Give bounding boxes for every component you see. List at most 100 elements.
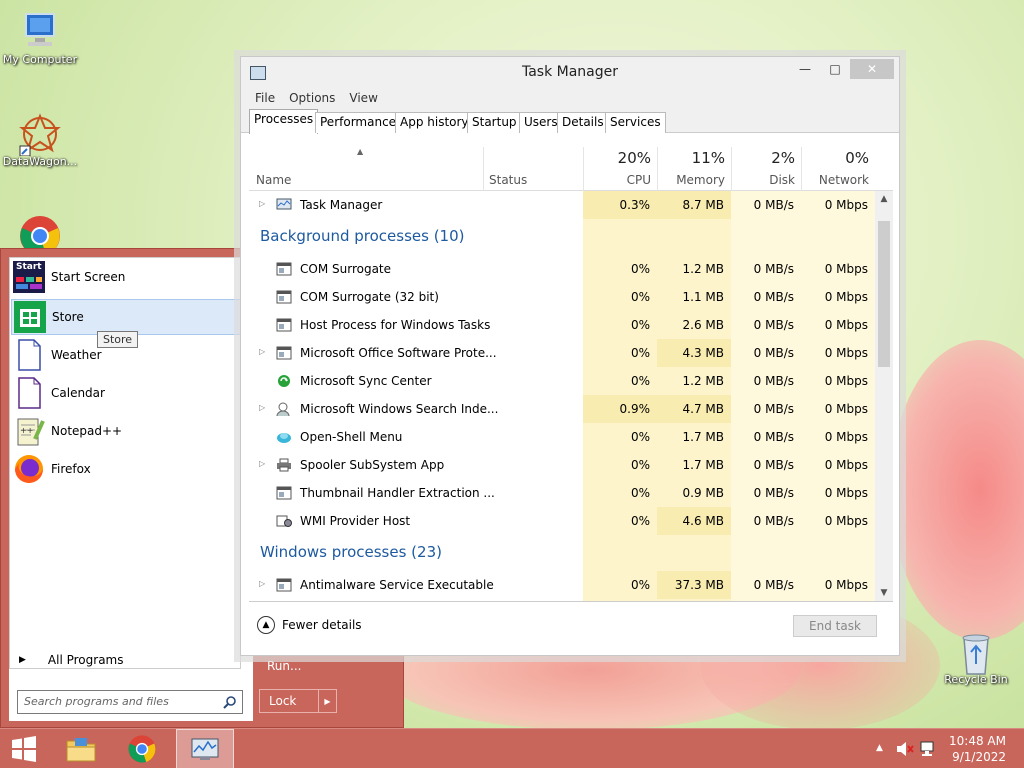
process-disk: 0 MB/s	[753, 198, 794, 212]
table-row[interactable]: ▷ Spooler SubSystem App 0% 1.7 MB 0 MB/s 0 Mb…	[249, 451, 875, 479]
table-row[interactable]: WMI Provider Host 0% 4.6 MB 0 MB/s 0 Mbps	[249, 507, 875, 535]
process-disk: 0 MB/s	[753, 458, 794, 472]
document-icon	[13, 339, 45, 371]
network-icon[interactable]	[920, 741, 938, 757]
tab-app-history[interactable]: App history	[395, 112, 474, 133]
tab-services[interactable]: Services	[605, 112, 666, 133]
end-task-button[interactable]: End task	[793, 615, 877, 637]
taskbar-file-explorer[interactable]	[56, 729, 106, 768]
start-menu-item-weather[interactable]: Weather	[13, 337, 247, 373]
speaker-muted-icon[interactable]	[896, 741, 914, 757]
table-row[interactable]: Host Process for Windows Tasks 0% 2.6 MB 0 …	[249, 311, 875, 339]
show-hidden-icons-icon[interactable]: ▲	[876, 743, 883, 753]
column-cpu[interactable]: 20% CPU	[583, 147, 657, 191]
table-row[interactable]: ▷ Task Manager 0.3% 8.7 MB 0 MB/s 0 Mbps	[249, 191, 875, 219]
printer-icon	[276, 458, 292, 472]
clock-time: 10:48 AM	[949, 734, 1006, 748]
taskbar-task-manager[interactable]	[176, 729, 234, 768]
taskbar-chrome[interactable]	[116, 729, 168, 768]
clock[interactable]: 10:48 AM 9/1/2022	[949, 733, 1006, 765]
menu-view[interactable]: View	[349, 87, 377, 109]
start-menu-item-notepad-plus[interactable]: ++ Notepad++	[13, 413, 247, 449]
window-icon	[276, 346, 292, 360]
minimize-button[interactable]: —	[791, 59, 819, 79]
process-network: 0 Mbps	[824, 318, 868, 332]
process-cpu: 0.9%	[619, 402, 651, 416]
fewer-details-label: Fewer details	[282, 618, 362, 632]
start-search-input[interactable]: Search programs and files	[17, 690, 243, 714]
group-header[interactable]: Background processes (10)	[260, 227, 465, 245]
expand-arrow-icon[interactable]: ▷	[259, 579, 265, 588]
process-network: 0 Mbps	[824, 578, 868, 592]
triangle-right-icon: ▶	[19, 655, 26, 665]
title-bar[interactable]: Task Manager — □ ✕	[241, 57, 899, 87]
column-disk[interactable]: 2% Disk	[731, 147, 801, 191]
start-menu-item-firefox[interactable]: Firefox	[13, 451, 247, 487]
desktop-icon-recycle-bin[interactable]: Recycle Bin	[936, 630, 1016, 686]
process-memory: 1.7 MB	[682, 430, 724, 444]
scroll-down-icon[interactable]: ▼	[875, 585, 893, 601]
table-row[interactable]: ▷ Microsoft Windows Search Inde... 0.9% 4.7…	[249, 395, 875, 423]
process-name: Host Process for Windows Tasks	[300, 318, 491, 332]
clock-date: 9/1/2022	[952, 750, 1006, 764]
column-disk-label: Disk	[769, 173, 795, 187]
start-menu-item-store[interactable]: Store	[11, 299, 245, 335]
start-menu-item-label: Notepad++	[51, 424, 123, 438]
search-icon[interactable]	[223, 695, 237, 709]
all-programs-button[interactable]: ▶ All Programs	[13, 653, 124, 667]
search-placeholder: Search programs and files	[24, 695, 169, 708]
tab-details[interactable]: Details	[557, 112, 609, 133]
menu-options[interactable]: Options	[289, 87, 335, 109]
start-menu-item-calendar[interactable]: Calendar	[13, 375, 247, 411]
folder-icon	[66, 738, 96, 762]
process-cpu: 0%	[630, 486, 650, 500]
start-menu-item-label: Weather	[51, 348, 102, 362]
tab-startup[interactable]: Startup	[467, 112, 522, 133]
expand-arrow-icon[interactable]: ▷	[259, 199, 265, 208]
lock-options-arrow-icon[interactable]: ▶	[318, 690, 336, 712]
desktop-icon-my-computer[interactable]: My Computer	[0, 10, 80, 66]
column-memory[interactable]: 11% Memory	[657, 147, 731, 191]
process-network: 0 Mbps	[824, 430, 868, 444]
table-row[interactable]: Thumbnail Handler Extraction ... 0% 0.9 MB…	[249, 479, 875, 507]
run-button[interactable]: Run...	[267, 659, 301, 673]
expand-arrow-icon[interactable]: ▷	[259, 459, 265, 468]
close-button[interactable]: ✕	[850, 59, 894, 79]
column-name[interactable]: Name	[249, 147, 483, 191]
tab-performance[interactable]: Performance	[315, 112, 402, 133]
column-status[interactable]: Status	[483, 147, 583, 191]
lock-button[interactable]: Lock ▶	[259, 689, 337, 713]
table-row[interactable]: Microsoft Sync Center 0% 1.2 MB 0 MB/s 0 Mbp…	[249, 367, 875, 395]
table-row[interactable]: COM Surrogate (32 bit) 0% 1.1 MB 0 MB/s 0 Mb…	[249, 283, 875, 311]
fewer-details-button[interactable]: ▲ Fewer details	[257, 616, 362, 634]
start-menu-item-start-screen[interactable]: Start Start Screen	[13, 259, 247, 295]
svg-text:++: ++	[20, 426, 33, 435]
table-row[interactable]: ▷ Antimalware Service Executable 0% 37.3 MB…	[249, 571, 875, 599]
desktop-icon-datawagon[interactable]: DataWagon...	[0, 112, 80, 168]
scroll-up-icon[interactable]: ▲	[875, 191, 893, 207]
column-network[interactable]: 0% Network	[801, 147, 875, 191]
tab-strip: Processes Performance App history Startu…	[241, 109, 899, 134]
expand-arrow-icon[interactable]: ▷	[259, 347, 265, 356]
process-network: 0 Mbps	[824, 514, 868, 528]
table-row[interactable]: COM Surrogate 0% 1.2 MB 0 MB/s 0 Mbps	[249, 255, 875, 283]
table-row[interactable]: ▷ Microsoft Office Software Prote... 0% 4.3…	[249, 339, 875, 367]
chevron-up-icon: ▲	[257, 616, 275, 634]
group-header[interactable]: Windows processes (23)	[260, 543, 442, 561]
scroll-thumb[interactable]	[878, 221, 890, 367]
maximize-button[interactable]: □	[821, 59, 849, 79]
scrollbar[interactable]: ▲ ▼	[875, 191, 893, 601]
window-icon	[276, 486, 292, 500]
start-menu-item-label: Start Screen	[51, 270, 126, 284]
table-row[interactable]: Open-Shell Menu 0% 1.7 MB 0 MB/s 0 Mbps	[249, 423, 875, 451]
start-button[interactable]	[0, 729, 48, 768]
tab-processes[interactable]: Processes	[249, 109, 319, 134]
expand-arrow-icon[interactable]: ▷	[259, 403, 265, 412]
process-network: 0 Mbps	[824, 458, 868, 472]
menu-file[interactable]: File	[255, 87, 275, 109]
process-network: 0 Mbps	[824, 198, 868, 212]
process-disk: 0 MB/s	[753, 318, 794, 332]
process-disk: 0 MB/s	[753, 262, 794, 276]
process-list[interactable]: ▷ Task Manager 0.3% 8.7 MB 0 MB/s 0 Mbps Backg…	[249, 191, 875, 601]
column-network-label: Network	[818, 173, 869, 187]
